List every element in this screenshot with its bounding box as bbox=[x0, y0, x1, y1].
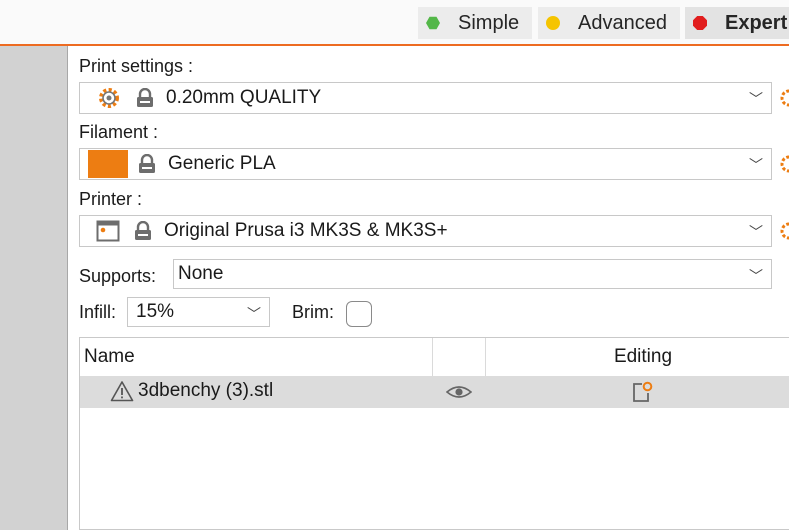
filament-combo[interactable]: Generic PLA ﹀ bbox=[79, 148, 772, 180]
edit-preset-icon[interactable] bbox=[779, 221, 789, 241]
print-settings-value: 0.20mm QUALITY bbox=[166, 87, 322, 108]
supports-label: Supports: bbox=[79, 266, 157, 286]
chevron-down-icon: ﹀ bbox=[749, 91, 763, 107]
mode-tab-simple[interactable]: Simple bbox=[418, 7, 532, 39]
mode-tab-advanced[interactable]: Advanced bbox=[538, 7, 680, 39]
column-header-visibility[interactable] bbox=[433, 338, 485, 376]
mode-bar: Simple Advanced Expert bbox=[0, 0, 789, 46]
column-header-editing[interactable]: Editing bbox=[486, 338, 789, 376]
object-list: Name Editing 3dbenchy (3).stl bbox=[79, 337, 789, 530]
filament-value: Generic PLA bbox=[168, 153, 276, 174]
mode-tab-label: Expert bbox=[725, 11, 788, 34]
object-name-cell: 3dbenchy (3).stl bbox=[110, 380, 273, 402]
chevron-down-icon: ﹀ bbox=[749, 268, 763, 284]
eye-icon[interactable] bbox=[446, 384, 472, 400]
print-settings-label: Print settings : bbox=[79, 56, 194, 76]
printer-combo[interactable]: Original Prusa i3 MK3S & MK3S+ ﹀ bbox=[79, 215, 772, 247]
edit-settings-icon[interactable] bbox=[631, 380, 655, 404]
object-name: 3dbenchy (3).stl bbox=[138, 380, 274, 401]
gear-icon bbox=[99, 88, 119, 108]
brim-label: Brim: bbox=[292, 302, 334, 322]
print-settings-combo[interactable]: 0.20mm QUALITY ﹀ bbox=[79, 82, 772, 114]
supports-value: None bbox=[178, 263, 224, 284]
chevron-down-icon: ﹀ bbox=[247, 306, 261, 322]
infill-combo[interactable]: 15% ﹀ bbox=[127, 297, 270, 327]
mode-tab-expert[interactable]: Expert bbox=[685, 7, 789, 39]
table-row[interactable]: 3dbenchy (3).stl bbox=[80, 376, 789, 408]
edit-preset-icon[interactable] bbox=[779, 88, 789, 108]
green-hexagon-icon bbox=[426, 16, 440, 30]
printer-icon bbox=[96, 220, 120, 242]
printer-label: Printer : bbox=[79, 189, 143, 209]
filament-label: Filament : bbox=[79, 122, 159, 142]
lock-icon bbox=[135, 221, 151, 240]
infill-label: Infill: bbox=[79, 302, 117, 322]
infill-value: 15% bbox=[136, 301, 175, 322]
yellow-circle-icon bbox=[546, 16, 560, 30]
sidebar-strip bbox=[0, 46, 68, 530]
printer-value: Original Prusa i3 MK3S & MK3S+ bbox=[164, 220, 448, 241]
chevron-down-icon: ﹀ bbox=[749, 224, 763, 240]
mode-tab-label: Simple bbox=[458, 11, 520, 34]
supports-combo[interactable]: None ﹀ bbox=[173, 259, 772, 289]
filament-color-swatch bbox=[88, 150, 128, 178]
lock-icon bbox=[139, 154, 155, 173]
mode-tab-label: Advanced bbox=[578, 11, 667, 34]
red-octagon-icon bbox=[693, 16, 707, 30]
column-header-name[interactable]: Name bbox=[84, 338, 135, 376]
brim-checkbox[interactable] bbox=[346, 301, 372, 327]
chevron-down-icon: ﹀ bbox=[749, 157, 763, 173]
warning-triangle-icon bbox=[110, 381, 134, 402]
edit-preset-icon[interactable] bbox=[779, 154, 789, 174]
lock-icon bbox=[137, 88, 153, 107]
